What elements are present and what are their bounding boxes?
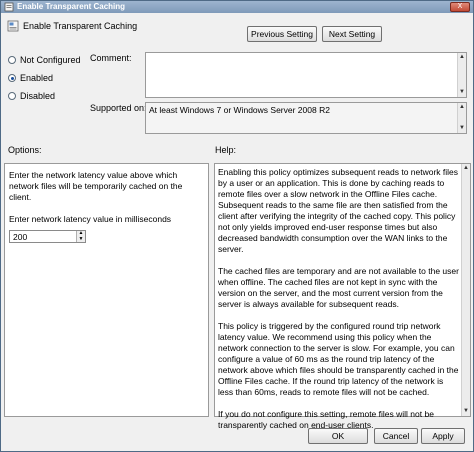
help-scrollbar[interactable]: ▲ ▼ [461,164,470,416]
title-bar[interactable]: Enable Transparent Caching X [1,1,473,13]
setting-title: Enable Transparent Caching [23,21,138,31]
policy-icon [4,2,14,12]
help-label: Help: [215,145,237,155]
options-label: Options: [8,145,42,155]
previous-setting-button[interactable]: Previous Setting [247,26,317,42]
cancel-button[interactable]: Cancel [374,428,418,444]
scroll-up-icon[interactable]: ▲ [458,103,466,112]
help-text: Enabling this policy optimizes subsequen… [218,167,460,442]
radio-label: Disabled [20,91,56,101]
scroll-down-icon[interactable]: ▼ [458,124,466,133]
latency-label: Enter network latency value in milliseco… [9,214,172,224]
radio-label: Enabled [20,73,54,83]
supported-on-value: At least Windows 7 or Windows Server 200… [149,105,330,115]
supported-on-scrollbar[interactable]: ▲ ▼ [457,103,466,133]
scroll-down-icon[interactable]: ▼ [462,407,470,416]
ok-button[interactable]: OK [308,428,368,444]
scroll-up-icon[interactable]: ▲ [458,53,466,62]
latency-spin-buttons[interactable]: ▲ ▼ [76,230,85,242]
options-description: Enter the network latency value above wh… [9,170,183,202]
radio-circle[interactable] [8,92,16,100]
apply-button[interactable]: Apply [421,428,465,444]
comment-label: Comment: [90,53,132,63]
spin-down-icon[interactable]: ▼ [77,236,85,242]
window-title: Enable Transparent Caching [17,2,126,11]
help-paragraph: This policy is triggered by the configur… [218,321,459,397]
radio-circle[interactable] [8,74,16,82]
next-setting-button[interactable]: Next Setting [322,26,382,42]
help-paragraph: The cached files are temporary and are n… [218,266,459,309]
radio-disabled[interactable]: Disabled [8,91,55,103]
options-pane: Enter the network latency value above wh… [4,163,209,417]
comment-textarea[interactable]: ▲ ▼ [145,52,467,98]
radio-label: Not Configured [20,55,81,65]
policy-dialog-window: Enable Transparent Caching X Enable Tran… [0,0,474,452]
close-button[interactable]: X [450,2,470,12]
radio-enabled[interactable]: Enabled [8,73,53,85]
latency-value[interactable]: 200 [13,232,27,242]
supported-on-label: Supported on: [90,103,147,113]
radio-circle[interactable] [8,56,16,64]
radio-not-configured[interactable]: Not Configured [8,55,81,67]
help-paragraph: Enabling this policy optimizes subsequen… [218,167,459,254]
latency-spinbox[interactable]: 200 ▲ ▼ [9,230,86,243]
scroll-down-icon[interactable]: ▼ [458,88,466,97]
policy-setting-icon [7,20,19,32]
help-pane: Enabling this policy optimizes subsequen… [214,163,471,430]
scroll-up-icon[interactable]: ▲ [462,164,470,173]
supported-on-field: At least Windows 7 or Windows Server 200… [145,102,467,134]
comment-scrollbar[interactable]: ▲ ▼ [457,53,466,97]
